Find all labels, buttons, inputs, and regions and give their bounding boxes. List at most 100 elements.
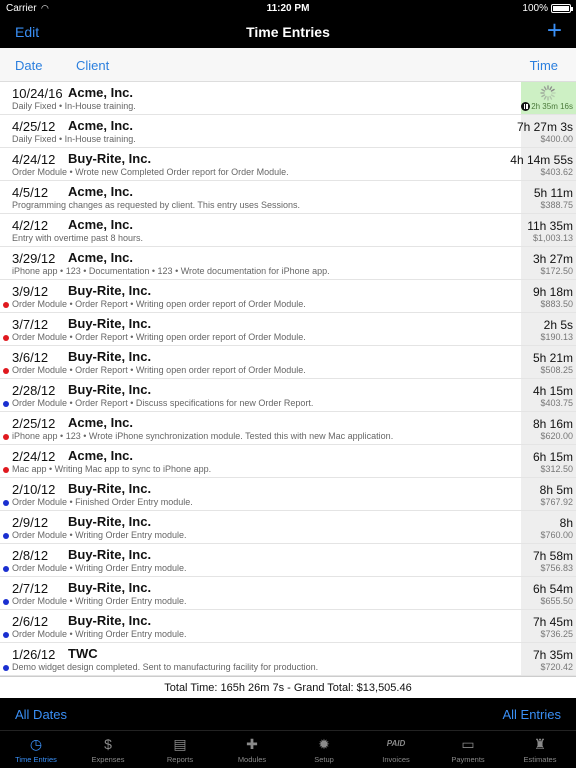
time-entry-row[interactable]: 2/28/12 Buy-Rite, Inc. Order Module • Orde… bbox=[0, 379, 576, 412]
entry-filter-button[interactable]: All Entries bbox=[502, 707, 561, 722]
entry-date: 10/24/16 bbox=[12, 86, 63, 101]
entry-description: Entry with overtime past 8 hours. bbox=[12, 233, 144, 243]
time-entry-row[interactable]: 1/26/12 TWC Demo widget design completed. … bbox=[0, 643, 576, 676]
status-dot bbox=[3, 566, 9, 572]
entry-duration: 5h 21m bbox=[532, 351, 573, 365]
entry-client: Buy-Rite, Inc. bbox=[68, 382, 152, 397]
status-dot bbox=[3, 302, 9, 308]
date-filter-button[interactable]: All Dates bbox=[15, 707, 67, 722]
entry-duration: 8h bbox=[559, 516, 573, 530]
time-entry-row[interactable]: 2/9/12 Buy-Rite, Inc. Order Module • Writi… bbox=[0, 511, 576, 544]
entry-duration: 6h 15m bbox=[532, 450, 573, 464]
entry-amount: $388.75 bbox=[540, 200, 573, 210]
entry-client: Buy-Rite, Inc. bbox=[68, 349, 152, 364]
entry-client: Acme, Inc. bbox=[68, 85, 134, 100]
tab-invoices[interactable]: PAID Invoices bbox=[360, 731, 432, 768]
pause-icon[interactable] bbox=[521, 102, 530, 111]
entry-client: Buy-Rite, Inc. bbox=[68, 316, 152, 331]
tab-modules[interactable]: ✚ Modules bbox=[216, 731, 288, 768]
entry-client: Acme, Inc. bbox=[68, 184, 134, 199]
entry-amount: $172.50 bbox=[540, 266, 573, 276]
entry-amount: $720.42 bbox=[540, 662, 573, 672]
sort-by-date-button[interactable]: Date bbox=[15, 58, 42, 73]
tab-label: Time Entries bbox=[15, 755, 57, 764]
tab-label: Payments bbox=[451, 755, 485, 764]
entry-client: Buy-Rite, Inc. bbox=[68, 547, 152, 562]
entry-description: Mac app • Writing Mac app to sync to iPh… bbox=[12, 464, 212, 474]
time-entry-row[interactable]: 10/24/16 Acme, Inc. Daily Fixed • In-House… bbox=[0, 82, 576, 115]
tab-label: Invoices bbox=[382, 755, 410, 764]
entry-date: 4/25/12 bbox=[12, 119, 56, 134]
puzzle-icon: ✚ bbox=[246, 736, 258, 752]
time-entry-row[interactable]: 4/2/12 Acme, Inc. Entry with overtime past… bbox=[0, 214, 576, 247]
tab-label: Modules bbox=[237, 755, 267, 764]
entry-duration: 4h 15m bbox=[532, 384, 573, 398]
tab-label: Setup bbox=[314, 755, 334, 764]
sort-by-client-button[interactable]: Client bbox=[76, 58, 109, 73]
entry-amount: $767.92 bbox=[540, 497, 573, 507]
tab-label: Reports bbox=[166, 755, 194, 764]
time-entries-list[interactable]: 10/24/16 Acme, Inc. Daily Fixed • In-House… bbox=[0, 82, 576, 676]
entry-duration: 2h 5s bbox=[543, 318, 573, 332]
add-entry-button[interactable]: + bbox=[547, 17, 562, 43]
page-title: Time Entries bbox=[246, 24, 330, 40]
entry-date: 4/5/12 bbox=[12, 185, 49, 200]
entry-duration: 8h 16m bbox=[532, 417, 573, 431]
entry-duration: 7h 35m bbox=[532, 648, 573, 662]
time-entry-row[interactable]: 2/6/12 Buy-Rite, Inc. Order Module • Writi… bbox=[0, 610, 576, 643]
entry-amount: $508.25 bbox=[540, 365, 573, 375]
sort-by-time-button[interactable]: Time bbox=[530, 58, 558, 73]
entry-amount: $736.25 bbox=[540, 629, 573, 639]
entry-client: Buy-Rite, Inc. bbox=[68, 580, 152, 595]
entry-client: Buy-Rite, Inc. bbox=[68, 481, 152, 496]
entry-duration: 6h 54m bbox=[532, 582, 573, 596]
entry-amount: $403.62 bbox=[540, 167, 573, 177]
entry-duration: 7h 27m 3s bbox=[516, 120, 573, 134]
time-entry-row[interactable]: 3/29/12 Acme, Inc. iPhone app • 123 • Docu… bbox=[0, 247, 576, 280]
entry-amount: $403.75 bbox=[540, 398, 573, 408]
time-entry-row[interactable]: 4/24/12 Buy-Rite, Inc. Order Module • Wrot… bbox=[0, 148, 576, 181]
entry-amount: $883.50 bbox=[540, 299, 573, 309]
time-entry-row[interactable]: 3/7/12 Buy-Rite, Inc. Order Module • Order… bbox=[0, 313, 576, 346]
entry-description: iPhone app • 123 • Wrote iPhone synchron… bbox=[12, 431, 394, 441]
time-entry-row[interactable]: 2/8/12 Buy-Rite, Inc. Order Module • Writi… bbox=[0, 544, 576, 577]
time-entry-row[interactable]: 4/5/12 Acme, Inc. Programming changes as r… bbox=[0, 181, 576, 214]
time-entry-row[interactable]: 2/7/12 Buy-Rite, Inc. Order Module • Writi… bbox=[0, 577, 576, 610]
running-time: 2h 35m 16s bbox=[531, 102, 573, 111]
time-entry-row[interactable]: 3/9/12 Buy-Rite, Inc. Order Module • Order… bbox=[0, 280, 576, 313]
entry-date: 4/24/12 bbox=[12, 152, 56, 167]
tab-payments[interactable]: ▭ Payments bbox=[432, 731, 504, 768]
entry-date: 4/2/12 bbox=[12, 218, 49, 233]
entry-date: 3/7/12 bbox=[12, 317, 49, 332]
time-entry-row[interactable]: 4/25/12 Acme, Inc. Daily Fixed • In-House … bbox=[0, 115, 576, 148]
tab-time-entries[interactable]: ◷ Time Entries bbox=[0, 731, 72, 768]
column-header: Date Client Time bbox=[0, 48, 576, 82]
status-dot bbox=[3, 335, 9, 341]
time-entry-row[interactable]: 3/6/12 Buy-Rite, Inc. Order Module • Order… bbox=[0, 346, 576, 379]
card-icon: ▭ bbox=[461, 736, 475, 752]
entry-amount: $756.83 bbox=[540, 563, 573, 573]
tab-estimates[interactable]: ♜ Estimates bbox=[504, 731, 576, 768]
tab-reports[interactable]: ▤ Reports bbox=[144, 731, 216, 768]
entry-date: 2/7/12 bbox=[12, 581, 49, 596]
entry-amount: $1,003.13 bbox=[532, 233, 573, 243]
entry-date: 3/29/12 bbox=[12, 251, 56, 266]
battery-icon bbox=[551, 4, 573, 13]
entry-client: Buy-Rite, Inc. bbox=[68, 283, 152, 298]
dollar-icon: $ bbox=[104, 736, 112, 752]
entry-client: Acme, Inc. bbox=[68, 415, 134, 430]
time-entry-row[interactable]: 2/25/12 Acme, Inc. iPhone app • 123 • Wrot… bbox=[0, 412, 576, 445]
entry-duration: 3h 27m bbox=[532, 252, 573, 266]
tab-expenses[interactable]: $ Expenses bbox=[72, 731, 144, 768]
entry-client: TWC bbox=[68, 646, 98, 661]
entry-amount: $655.50 bbox=[540, 596, 573, 606]
entry-duration: 7h 58m bbox=[532, 549, 573, 563]
tab-setup[interactable]: ✹ Setup bbox=[288, 731, 360, 768]
status-dot bbox=[3, 533, 9, 539]
tab-bar: ◷ Time Entries $ Expenses ▤ Reports ✚ Modules ✹ S… bbox=[0, 730, 576, 768]
entry-amount: $312.50 bbox=[540, 464, 573, 474]
entry-amount: $760.00 bbox=[540, 530, 573, 540]
entry-amount: $400.00 bbox=[540, 134, 573, 144]
time-entry-row[interactable]: 2/24/12 Acme, Inc. Mac app • Writing Mac a… bbox=[0, 445, 576, 478]
time-entry-row[interactable]: 2/10/12 Buy-Rite, Inc. Order Module • Fini… bbox=[0, 478, 576, 511]
